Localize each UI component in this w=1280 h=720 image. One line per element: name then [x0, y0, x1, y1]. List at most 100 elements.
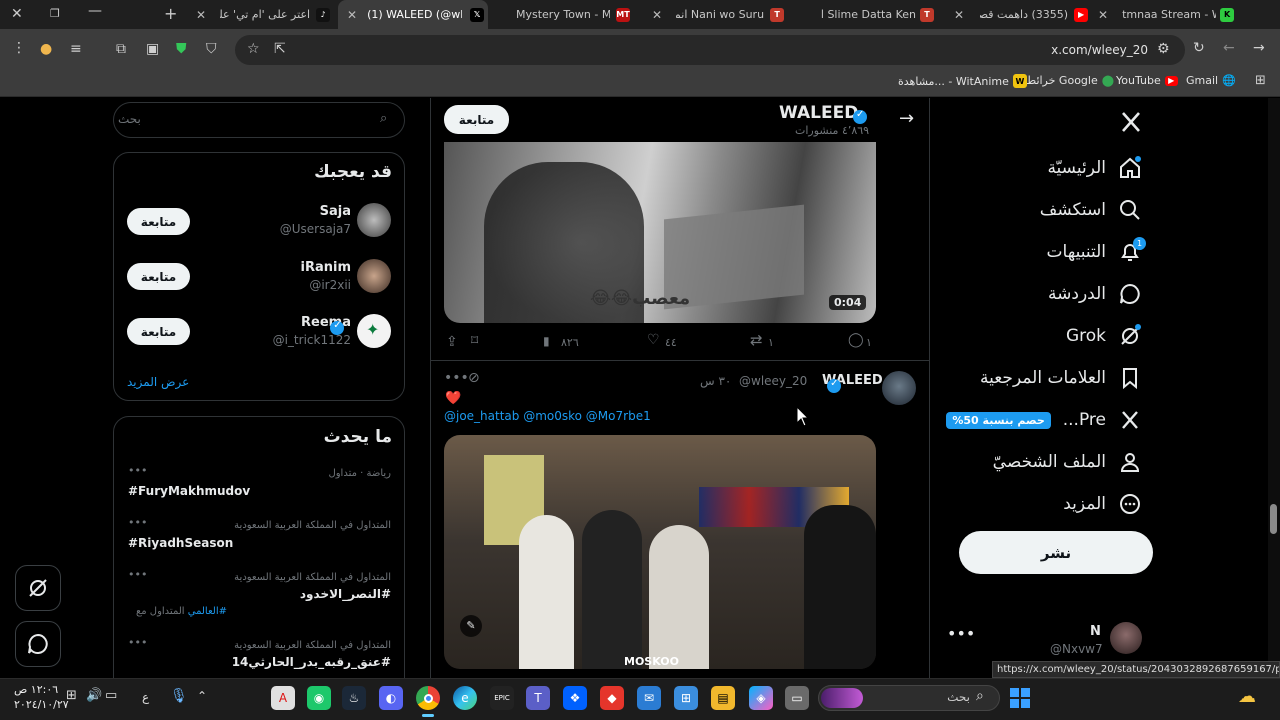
nav-notifications[interactable]: التنبيهات	[1047, 240, 1142, 264]
extensions-puzzle-icon[interactable]: ⧉	[116, 41, 126, 57]
tweet-time[interactable]: ٣٠ س	[700, 374, 731, 388]
nav-home[interactable]: الرئيسيّة	[1047, 156, 1142, 180]
show-more-link[interactable]: عرض المزيد	[127, 375, 189, 389]
bookmark-google-maps[interactable]: خرائط Google ⬤	[1026, 74, 1114, 87]
tweet-mentions[interactable]: @joe_hattab @mo0sko @Mo7rbe1	[444, 409, 651, 423]
file-explorer-icon[interactable]: ▤	[711, 686, 735, 710]
new-tab-icon[interactable]: +	[164, 4, 177, 23]
dropbox-icon[interactable]: ❖	[563, 686, 587, 710]
post-button[interactable]: نشر	[959, 531, 1153, 574]
input-language[interactable]: ع	[142, 690, 149, 704]
nav-bookmarks[interactable]: العلامات المرجعية	[980, 366, 1142, 390]
app-icon[interactable]: A	[271, 686, 295, 710]
nav-chat[interactable]: الدردشة	[1048, 282, 1142, 306]
restore-window-icon[interactable]: ❐	[50, 7, 60, 20]
avatar[interactable]	[357, 203, 391, 237]
follow-button[interactable]: متابعة	[444, 105, 509, 134]
back-icon[interactable]: →	[1253, 40, 1265, 56]
trend-name[interactable]: #FuryMakhmudov	[128, 484, 250, 498]
tweet-photo[interactable]: MOSKOO ✎	[444, 435, 876, 669]
bookmark-witanime[interactable]: مشاهدة... - WitAnime W	[898, 74, 1027, 88]
trend-more-icon[interactable]: •••	[128, 464, 147, 477]
volume-icon[interactable]: 🔊	[86, 688, 102, 703]
retweet-icon[interactable]: ⇄	[750, 331, 763, 349]
nav-profile[interactable]: الملف الشخصيّ	[993, 450, 1142, 474]
like-icon[interactable]: ♡	[647, 332, 660, 348]
close-window-icon[interactable]: ✕	[11, 6, 23, 22]
views-icon[interactable]: ▮	[543, 334, 550, 348]
site-settings-icon[interactable]: ⚙	[1157, 41, 1170, 57]
file-icon[interactable]: ▭	[785, 686, 809, 710]
follow-button[interactable]: متابعة	[127, 263, 190, 290]
nav-grok[interactable]: Grok	[1066, 324, 1142, 348]
avatar[interactable]	[357, 259, 391, 293]
steam-icon[interactable]: ♨	[342, 686, 366, 710]
microphone-icon[interactable]: 🎙	[170, 688, 188, 704]
share-icon[interactable]: ⇪	[446, 334, 458, 350]
star-icon[interactable]: ☆	[247, 41, 260, 57]
follow-button[interactable]: متابعة	[127, 208, 190, 235]
follow-button[interactable]: متابعة	[127, 318, 190, 345]
avatar[interactable]: ✦	[357, 314, 391, 348]
app-icon[interactable]: ◆	[600, 686, 624, 710]
tweet-author-handle[interactable]: @wleey_20	[739, 374, 807, 388]
close-tab-icon[interactable]: ✕	[954, 8, 964, 22]
mail-icon[interactable]: ✉	[637, 686, 661, 710]
tweet-more-icon[interactable]: •••	[444, 370, 469, 386]
trend-more-icon[interactable]: •••	[128, 516, 147, 529]
messages-float-button[interactable]	[15, 621, 61, 667]
trend-more-icon[interactable]: •••	[128, 568, 147, 581]
photo-alt-icon[interactable]: ✎	[460, 615, 482, 637]
queue-icon[interactable]: ≡	[70, 41, 82, 57]
account-switcher[interactable]: ••• N @Nxvw7	[945, 618, 1145, 658]
nav-premium[interactable]: Pre... %حصم بنسبة 50	[946, 408, 1142, 432]
tweet-video[interactable]: معصب😂😂	[444, 142, 876, 323]
grok-icon[interactable]: ⊘	[468, 370, 480, 386]
nav-explore[interactable]: استكشف	[1040, 198, 1142, 222]
trend-name[interactable]: #النصر_الاخدود	[200, 587, 391, 601]
tab-slime-datta-ken[interactable]: Slime Datta Ken انمي T	[794, 0, 942, 29]
weather-icon[interactable]: ☁	[1238, 686, 1256, 707]
tab-tiktok[interactable]: ✕ اعتر على 'ام تي' على ♪	[190, 0, 332, 29]
chrome-icon[interactable]	[416, 686, 440, 710]
epic-games-icon[interactable]: EPIC	[490, 686, 514, 710]
apps-grid-icon[interactable]: ⊞	[1255, 73, 1266, 88]
shield-icon[interactable]: ⛊	[176, 41, 187, 57]
url-text[interactable]: x.com/wleey_20	[1040, 43, 1148, 57]
tab-youtube[interactable]: ✕ (3355) داهمت قصر با ▶	[950, 0, 1090, 29]
menu-icon[interactable]: ⋮	[12, 40, 26, 56]
microsoft-store-icon[interactable]: ⊞	[674, 686, 698, 710]
trend-name[interactable]: #عنق_رقبه_بدر_الحارثي14	[180, 655, 391, 669]
page-scrollbar[interactable]	[1268, 98, 1280, 678]
suggestion-name[interactable]: iRanim	[290, 260, 352, 275]
grok-float-button[interactable]	[15, 565, 61, 611]
clock-time[interactable]: ١٢:٠٦ ص	[14, 683, 58, 696]
edge-icon[interactable]: e	[453, 686, 477, 710]
close-tab-icon[interactable]: ✕	[347, 8, 357, 22]
minimize-window-icon[interactable]: —	[88, 3, 102, 19]
tab-nani-wo-suru[interactable]: ✕ Nani wo Suru انمي T	[648, 0, 788, 29]
close-tab-icon[interactable]: ✕	[196, 8, 206, 22]
forward-icon[interactable]: ←	[1223, 40, 1235, 56]
close-tab-icon[interactable]: ✕	[652, 8, 662, 22]
tab-tmnaa[interactable]: ✕ tmnaa Stream - Watc K	[1098, 0, 1246, 29]
suggestion-name[interactable]: Saja	[300, 204, 351, 219]
x-logo-icon[interactable]	[1119, 110, 1143, 134]
show-hidden-icons-icon[interactable]: ⌃	[197, 689, 207, 703]
windows-start-icon[interactable]	[1008, 686, 1032, 710]
trend-more-icon[interactable]: •••	[128, 636, 147, 649]
trend-name[interactable]: #RiyadhSeason	[128, 536, 233, 550]
clock-date[interactable]: ٢٠٢٤/١٠/٢٧	[14, 698, 69, 711]
teams-icon[interactable]: T	[526, 686, 550, 710]
tab-mystery-town[interactable]: Mystery Town - MT S MT	[494, 0, 642, 29]
extension-icon[interactable]: ●	[40, 41, 52, 57]
close-tab-icon[interactable]: ✕	[1098, 8, 1108, 22]
bookmark-gmail[interactable]: 🌐 Gmail	[1186, 74, 1236, 87]
back-arrow-icon[interactable]: →	[899, 108, 914, 129]
bookmark-icon[interactable]: ⌑	[471, 333, 478, 349]
more-dots-icon[interactable]: •••	[947, 624, 975, 643]
scrollbar-thumb[interactable]	[1270, 504, 1277, 534]
bookmark-youtube[interactable]: YouTube ▶	[1116, 74, 1178, 87]
display-icon[interactable]: ▭	[105, 688, 117, 703]
avatar[interactable]	[882, 371, 916, 405]
